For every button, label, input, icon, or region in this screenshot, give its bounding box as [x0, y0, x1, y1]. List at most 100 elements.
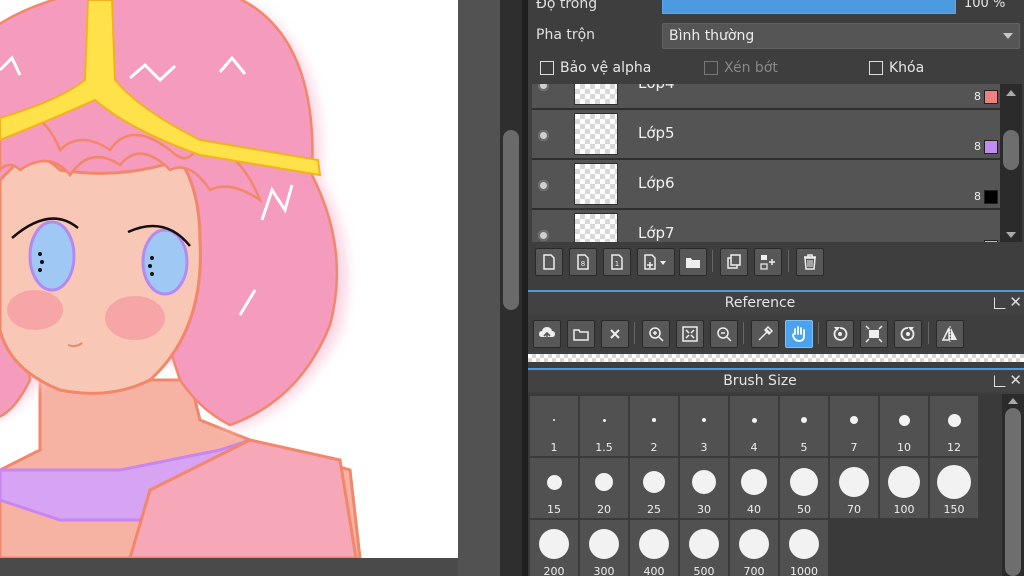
brush-size-cell[interactable]: 40	[730, 458, 778, 518]
brush-size-cell[interactable]: 2	[630, 396, 678, 456]
brush-size-label: 5	[800, 441, 808, 454]
delete-layer-button[interactable]	[796, 248, 824, 276]
eyedropper-button[interactable]	[751, 320, 779, 348]
popout-icon[interactable]	[994, 375, 1006, 387]
blend-mode-select[interactable]: Bình thường	[662, 23, 1020, 49]
brush-size-scrollbar[interactable]	[1002, 394, 1024, 576]
reference-upload-button[interactable]	[533, 320, 561, 348]
layer-list-scrollbar[interactable]	[1000, 84, 1022, 242]
brush-preview-dot	[652, 418, 656, 422]
brush-size-label: 12	[947, 441, 961, 454]
brush-size-cell[interactable]: 7	[830, 396, 878, 456]
add-layer-menu-button[interactable]	[637, 248, 675, 276]
opacity-value: 100 %	[964, 0, 1006, 11]
new-folder-button[interactable]	[679, 248, 707, 276]
reference-close-button[interactable]	[601, 320, 629, 348]
new-halftone-layer-button[interactable]: 1	[603, 248, 631, 276]
lock-checkbox[interactable]	[869, 61, 883, 75]
brush-size-cell[interactable]: 10	[880, 396, 928, 456]
opacity-slider[interactable]	[662, 0, 956, 14]
eye-icon[interactable]	[538, 130, 549, 141]
toolbar-separator	[928, 322, 929, 344]
zoom-out-button[interactable]	[710, 320, 738, 348]
protect-alpha-checkbox[interactable]	[540, 61, 554, 75]
canvas-vertical-scrollbar[interactable]	[500, 0, 522, 576]
brush-preview-dot	[850, 416, 858, 424]
brush-size-cell[interactable]: 1000	[780, 520, 828, 576]
svg-text:8: 8	[581, 260, 585, 268]
brush-size-cell[interactable]: 20	[580, 458, 628, 518]
layer-color-swatch[interactable]	[984, 190, 998, 204]
layer-color-swatch[interactable]	[984, 90, 998, 104]
scroll-up-icon[interactable]	[1008, 398, 1018, 404]
rotate-right-button[interactable]	[894, 320, 922, 348]
layer-row[interactable]: Lớp6 8	[532, 160, 1000, 210]
brush-size-cell[interactable]: 3	[680, 396, 728, 456]
fit-screen-icon	[865, 325, 883, 343]
brush-size-cell[interactable]: 25	[630, 458, 678, 518]
rotate-left-button[interactable]	[826, 320, 854, 348]
brush-preview-dot	[546, 474, 562, 490]
brush-size-cell[interactable]: 15	[530, 458, 578, 518]
brush-size-cell[interactable]: 70	[830, 458, 878, 518]
eye-icon[interactable]	[538, 84, 549, 91]
reference-open-button[interactable]	[567, 320, 595, 348]
brush-size-cell[interactable]: 100	[880, 458, 928, 518]
hand-tool-button[interactable]	[785, 320, 813, 348]
reference-image-area[interactable]	[528, 354, 1024, 362]
brush-size-cell[interactable]: 4	[730, 396, 778, 456]
brush-size-cell[interactable]: 1	[530, 396, 578, 456]
brush-preview-dot	[801, 417, 807, 423]
brush-preview-dot	[602, 418, 606, 422]
new-layer-button[interactable]	[535, 248, 563, 276]
zoom-in-button[interactable]	[642, 320, 670, 348]
layer-color-swatch[interactable]	[984, 140, 998, 154]
brush-size-cell[interactable]: 50	[780, 458, 828, 518]
brush-size-cell[interactable]: 500	[680, 520, 728, 576]
fit-button[interactable]	[676, 320, 704, 348]
trash-icon	[804, 254, 816, 270]
brush-size-cell[interactable]: 12	[930, 396, 978, 456]
brush-size-cell[interactable]: 5	[780, 396, 828, 456]
scrollbar-thumb[interactable]	[503, 130, 519, 310]
brush-size-cell[interactable]: 400	[630, 520, 678, 576]
new-raster-layer-button[interactable]: 8	[569, 248, 597, 276]
fit-screen-button[interactable]	[860, 320, 888, 348]
canvas-margin	[458, 0, 500, 576]
brush-size-label: 700	[743, 565, 765, 576]
rotate-left-icon	[833, 327, 848, 341]
eye-icon[interactable]	[538, 180, 549, 191]
clipping-checkbox[interactable]	[704, 61, 718, 75]
merge-layer-button[interactable]	[754, 248, 782, 276]
scroll-up-icon[interactable]	[1006, 90, 1016, 96]
brush-size-cell[interactable]: 150	[930, 458, 978, 518]
flip-button[interactable]	[936, 320, 964, 348]
scrollbar-thumb[interactable]	[1005, 408, 1021, 576]
brush-size-cell[interactable]: 30	[680, 458, 728, 518]
scrollbar-thumb[interactable]	[1003, 130, 1019, 170]
popout-icon[interactable]	[994, 297, 1006, 309]
close-icon[interactable]: ✕	[1009, 293, 1022, 311]
brush-size-label: 2	[650, 441, 658, 454]
brush-size-cell[interactable]: 700	[730, 520, 778, 576]
brush-preview-dot	[643, 471, 665, 493]
close-icon[interactable]: ✕	[1009, 371, 1022, 389]
brush-size-cell[interactable]: 1.5	[580, 396, 628, 456]
brush-preview-dot	[790, 468, 818, 496]
brush-size-label: 50	[797, 503, 811, 516]
drawing-canvas[interactable]	[0, 0, 458, 558]
brush-size-cell[interactable]: 300	[580, 520, 628, 576]
layer-row[interactable]: Lớp5 8	[532, 110, 1000, 160]
layer-row[interactable]: Lớp7 8	[532, 210, 1000, 242]
brush-preview-dot	[839, 467, 869, 497]
brush-size-label: 500	[693, 565, 715, 576]
brush-size-cell[interactable]: 200	[530, 520, 578, 576]
eye-icon[interactable]	[538, 230, 549, 241]
duplicate-layer-button[interactable]	[720, 248, 748, 276]
scroll-down-icon[interactable]	[1006, 232, 1016, 238]
layer-color-swatch[interactable]	[984, 240, 998, 242]
blend-mode-value: Bình thường	[669, 28, 755, 44]
flip-icon	[941, 326, 957, 342]
layer-row[interactable]: Lớp4 8	[532, 84, 1000, 110]
brush-size-label: 10	[897, 441, 911, 454]
